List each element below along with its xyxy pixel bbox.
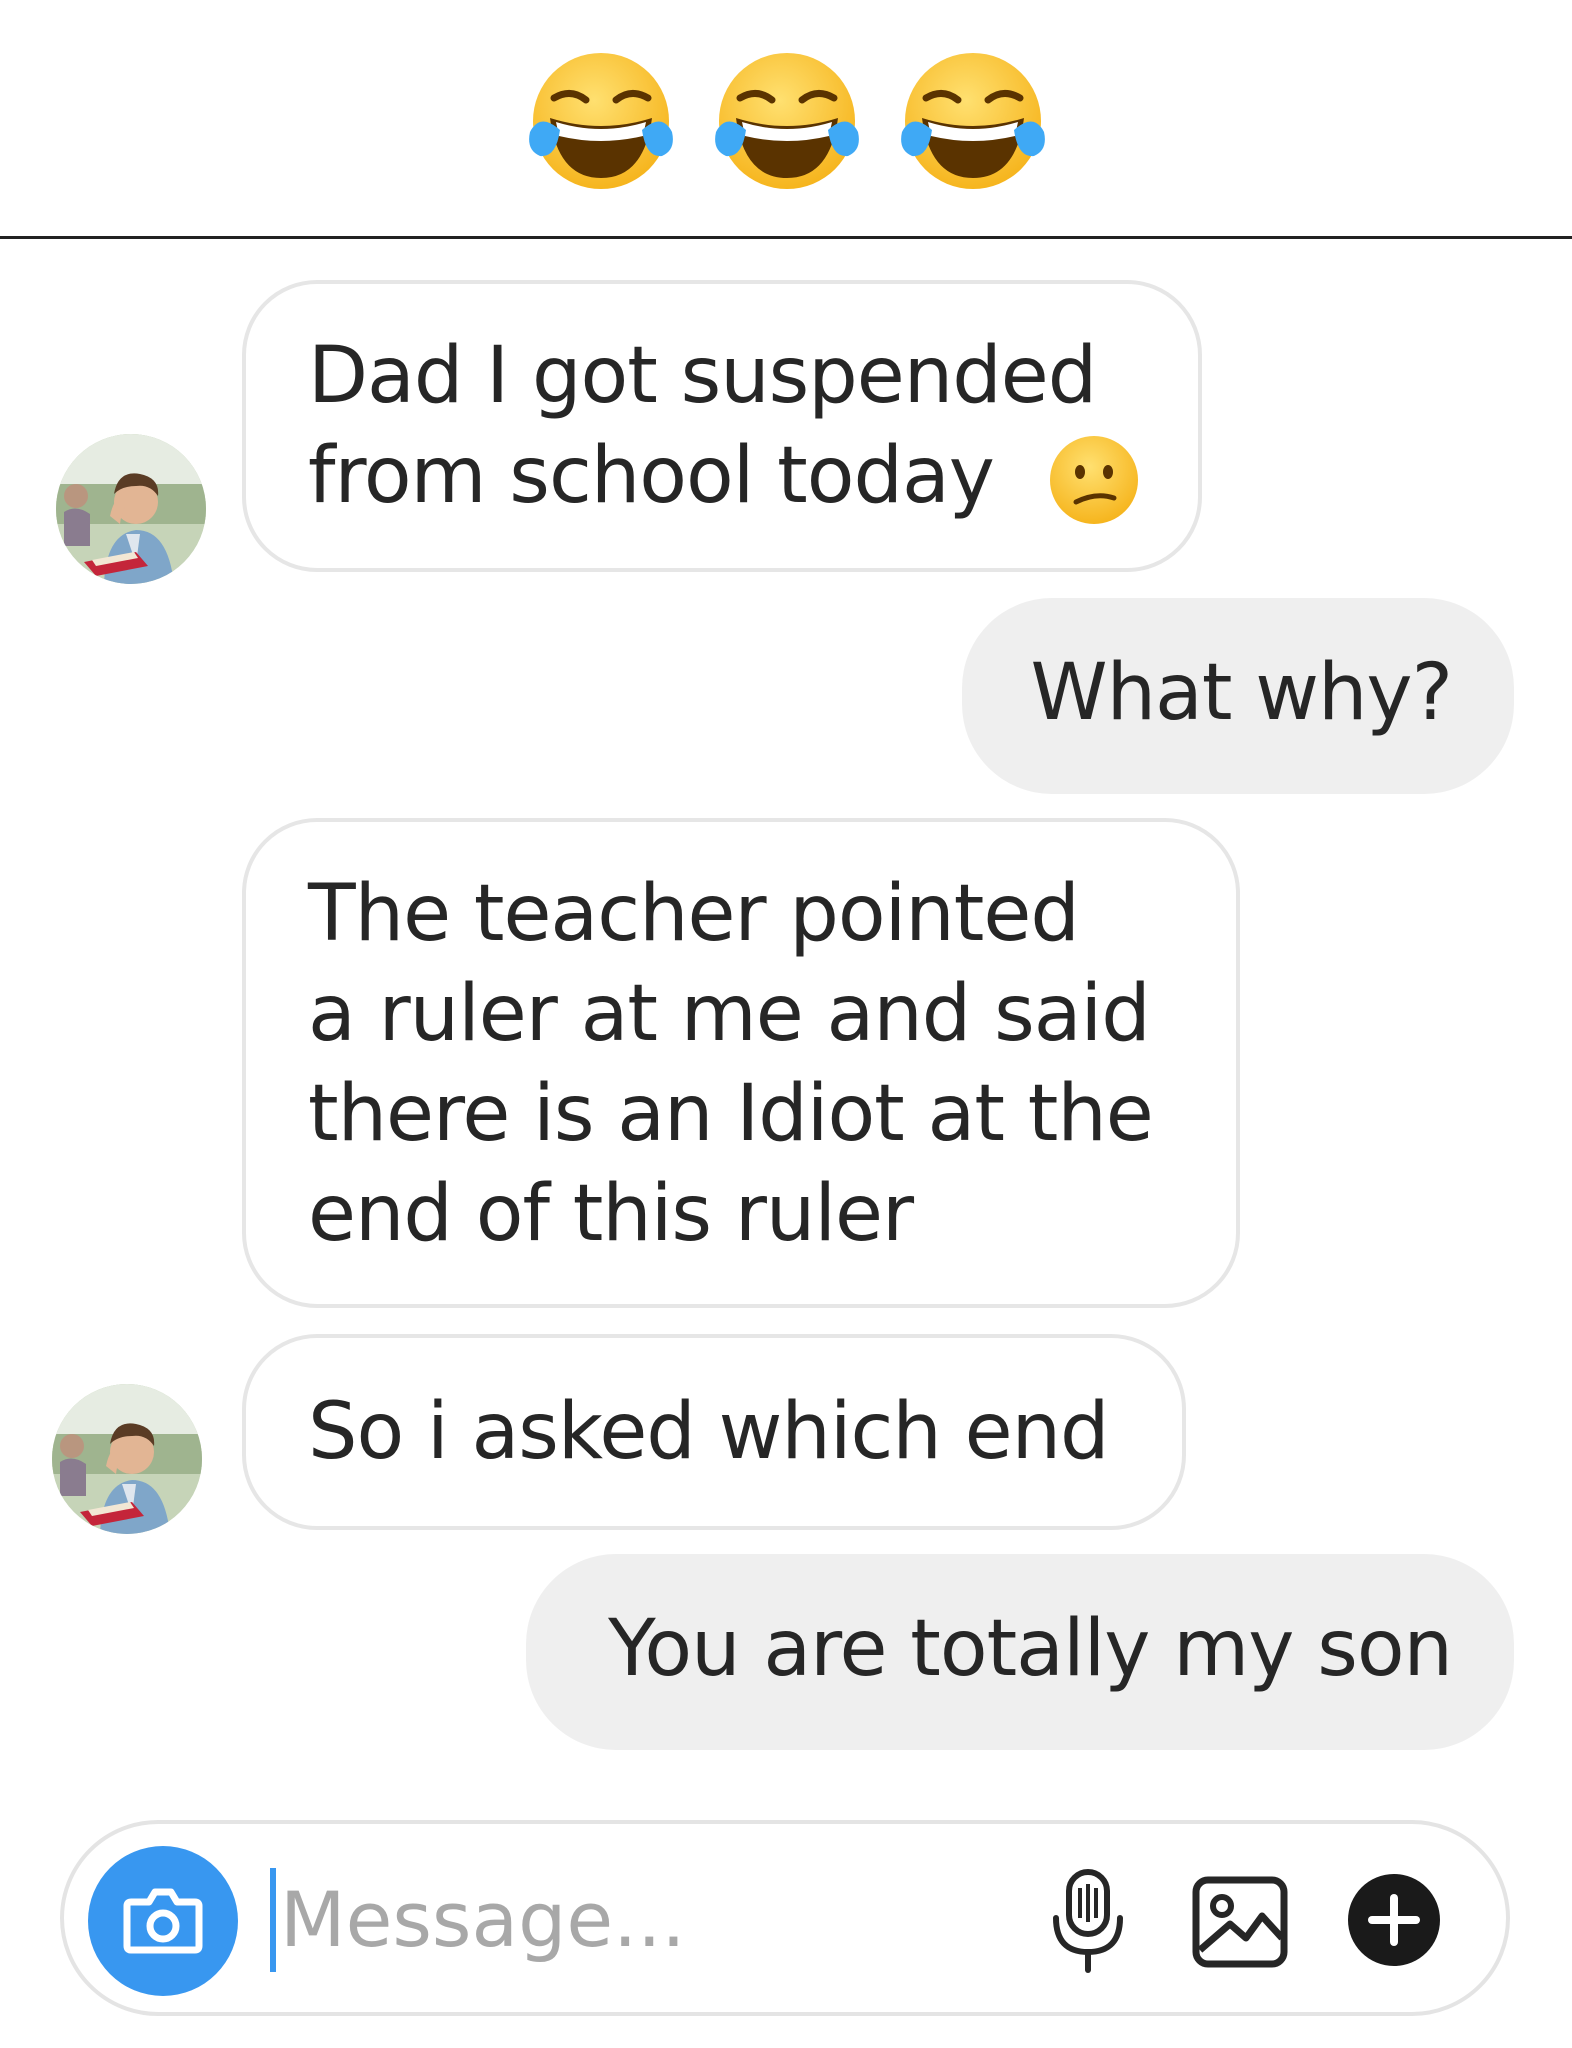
microphone-icon[interactable] [1038, 1866, 1138, 1976]
face-with-tears-of-joy-emoji [712, 46, 862, 196]
message-line: You are totally my son [608, 1604, 1453, 1694]
outgoing-message-bubble[interactable]: You are totally my son [526, 1554, 1514, 1750]
incoming-message-bubble[interactable]: The teacher pointed a ruler at me and sa… [242, 818, 1240, 1308]
incoming-message-bubble[interactable]: So i asked which end [242, 1334, 1186, 1530]
contact-avatar[interactable] [56, 434, 206, 584]
face-with-tears-of-joy-emoji [898, 46, 1048, 196]
message-line: a ruler at me and said [308, 969, 1151, 1059]
camera-button[interactable] [88, 1846, 238, 1996]
message-line: What why? [1030, 648, 1453, 738]
message-line: Dad I got suspended [308, 331, 1097, 421]
message-line: there is an Idiot at the [308, 1069, 1154, 1159]
message-line: The teacher pointed [308, 869, 1080, 959]
plus-icon[interactable] [1346, 1872, 1442, 1968]
contact-avatar[interactable] [52, 1384, 202, 1534]
face-with-tears-of-joy-emoji [526, 46, 676, 196]
gallery-icon[interactable] [1190, 1866, 1290, 1976]
outgoing-message-bubble[interactable]: What why? [962, 598, 1514, 794]
emoji-header [0, 0, 1572, 236]
text-caret [270, 1868, 276, 1972]
message-line: So i asked which end [308, 1387, 1110, 1477]
confused-face-emoji [1050, 436, 1138, 524]
message-line: end of this ruler [308, 1169, 914, 1259]
header-divider [0, 236, 1572, 239]
message-input[interactable] [280, 1854, 980, 1984]
message-composer [60, 1820, 1510, 2016]
incoming-message-bubble[interactable]: Dad I got suspended from school today [242, 280, 1202, 572]
message-line: from school today [308, 431, 995, 521]
camera-icon [123, 1888, 203, 1954]
